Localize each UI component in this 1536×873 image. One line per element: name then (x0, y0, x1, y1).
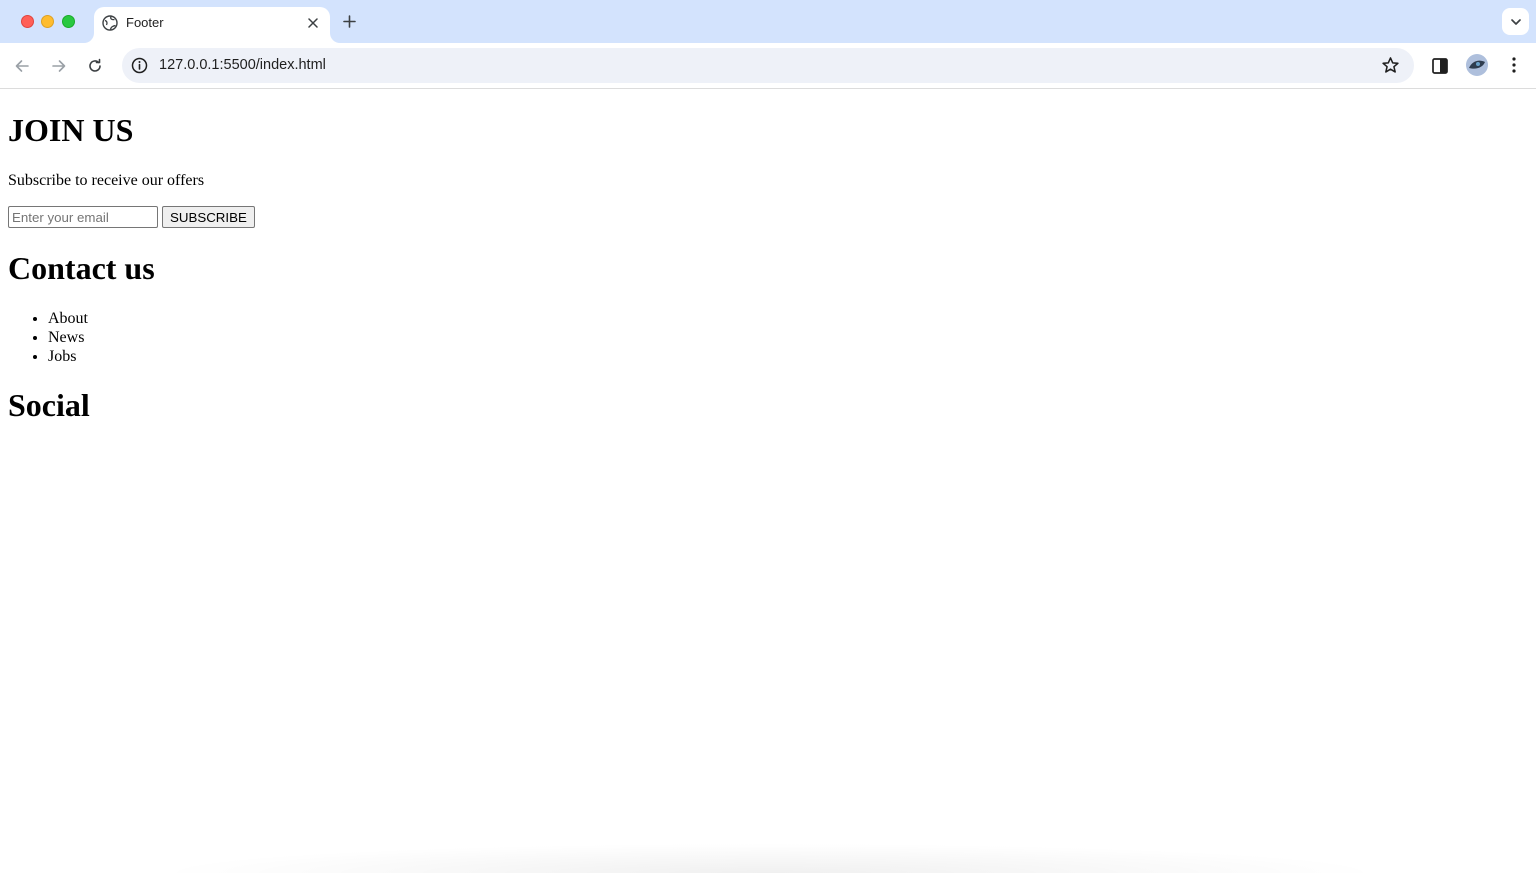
contact-heading: Contact us (8, 250, 155, 286)
tab-search-button[interactable] (1502, 8, 1529, 35)
globe-icon (102, 15, 118, 31)
social-heading: Social (8, 387, 90, 423)
window-close-button[interactable] (21, 15, 34, 28)
address-bar[interactable]: 127.0.0.1:5500/index.html (122, 48, 1414, 83)
profile-picture (1466, 54, 1488, 76)
active-tab[interactable]: Footer (94, 7, 330, 43)
tab-close-button[interactable] (304, 14, 322, 32)
arrow-right-icon (52, 60, 66, 72)
reload-button[interactable] (81, 52, 109, 80)
forward-button[interactable] (45, 52, 73, 80)
close-icon (308, 18, 318, 28)
chevron-down-icon (1510, 18, 1521, 25)
reload-icon (89, 58, 101, 72)
new-tab-button[interactable] (338, 10, 360, 32)
star-icon[interactable] (1381, 56, 1400, 75)
dock-shadow (150, 843, 1390, 873)
join-heading: JOIN US (8, 112, 134, 148)
kebab-menu-icon[interactable] (1504, 55, 1524, 75)
window-maximize-button[interactable] (62, 15, 75, 28)
plus-icon (342, 14, 356, 28)
avatar[interactable] (1466, 54, 1488, 76)
url-text: 127.0.0.1:5500/index.html (159, 57, 326, 73)
info-icon[interactable] (131, 57, 148, 74)
back-button[interactable] (8, 52, 36, 80)
subscribe-button[interactable]: SUBSCRIBE (162, 206, 255, 228)
side-panel-icon[interactable] (1430, 56, 1450, 76)
subscribe-form: SUBSCRIBE (8, 206, 255, 228)
contact-links: About News Jobs (48, 309, 88, 366)
tab-strip: Footer (0, 0, 1536, 43)
email-input[interactable] (8, 206, 158, 228)
arrow-left-icon (15, 60, 29, 72)
join-subtitle: Subscribe to receive our offers (8, 172, 205, 189)
window-minimize-button[interactable] (41, 15, 54, 28)
link-about[interactable]: About (48, 309, 88, 328)
browser-toolbar: 127.0.0.1:5500/index.html (0, 43, 1536, 89)
link-news[interactable]: News (48, 328, 88, 347)
page-viewport: JOIN US Subscribe to receive our offers … (0, 90, 1536, 873)
tab-title: Footer (126, 15, 164, 30)
link-jobs[interactable]: Jobs (48, 347, 88, 366)
